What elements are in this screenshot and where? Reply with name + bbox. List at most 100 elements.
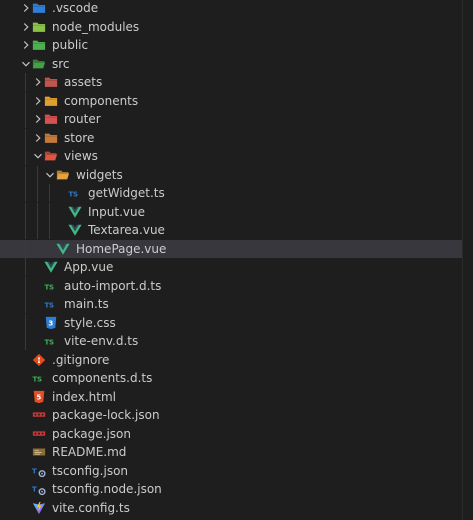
tree-folder-src[interactable]: src <box>0 55 473 73</box>
indent-guide <box>37 184 38 202</box>
folder-node-icon <box>32 20 46 34</box>
chevron-down-icon[interactable] <box>32 147 44 165</box>
css-icon: 3 <box>44 316 58 330</box>
svg-text:TS: TS <box>32 376 42 384</box>
tree-folder-components[interactable]: components <box>0 91 473 110</box>
tree-file-main-ts[interactable]: TS main.ts <box>0 295 473 313</box>
twistie-spacer <box>20 406 32 424</box>
indent-guide <box>25 147 26 165</box>
tree-file-package-lock-json[interactable]: package-lock.json <box>0 406 473 424</box>
chevron-right-icon[interactable] <box>20 36 32 54</box>
typescript-icon: TS <box>44 297 58 311</box>
indent-guide <box>37 221 38 239</box>
twistie-spacer <box>56 203 68 221</box>
explorer-scrollbar[interactable] <box>462 0 473 520</box>
tree-item-label: style.css <box>64 315 116 330</box>
tree-file-getwidget-ts[interactable]: TS getWidget.ts <box>0 184 473 202</box>
typescript-def-icon: TS <box>44 279 58 293</box>
chevron-right-icon[interactable] <box>32 73 44 91</box>
tree-folder-public[interactable]: public <box>0 36 473 54</box>
tsconfig-icon: T <box>32 464 46 478</box>
tree-file-tsconfig-json[interactable]: Ttsconfig.json <box>0 462 473 480</box>
tree-item-label: public <box>52 38 89 52</box>
tree-folder-node-modules[interactable]: node_modules <box>0 18 473 36</box>
tree-file-index-html[interactable]: 5 index.html <box>0 388 473 406</box>
folder-components-icon <box>44 94 58 108</box>
tree-folder-views[interactable]: views <box>0 147 473 165</box>
tree-item-label: package-lock.json <box>52 408 160 422</box>
tree-item-label: router <box>64 112 101 126</box>
tree-item-label: .gitignore <box>52 352 110 367</box>
tree-file-vite-env-d-ts[interactable]: TS vite-env.d.ts <box>0 332 473 350</box>
twistie-spacer <box>20 351 32 369</box>
twistie-spacer <box>20 425 32 443</box>
tree-item-label: views <box>64 149 98 163</box>
tree-folder-store[interactable]: store <box>0 128 473 147</box>
indent-guide <box>25 295 26 313</box>
indent-guide <box>37 239 38 258</box>
chevron-right-icon[interactable] <box>32 110 44 128</box>
tree-item-label: vite-env.d.ts <box>64 334 139 348</box>
indent-guide <box>49 221 50 239</box>
chevron-right-icon[interactable] <box>32 129 44 147</box>
tree-folder-router[interactable]: router <box>0 110 473 128</box>
tree-file-package-json[interactable]: package.json <box>0 425 473 443</box>
tree-item-label: tsconfig.json <box>52 463 129 478</box>
tree-item-label: Textarea.vue <box>88 223 165 237</box>
folder-widgets-icon <box>56 168 70 182</box>
tree-item-label: App.vue <box>64 260 114 274</box>
tree-item-label: auto-import.d.ts <box>64 278 162 293</box>
svg-text:TS: TS <box>68 191 78 199</box>
tree-item-label: index.html <box>52 389 116 404</box>
indent-guide <box>49 184 50 202</box>
tree-folder-assets[interactable]: assets <box>0 73 473 91</box>
tree-file-readme-md[interactable]: README.md <box>0 443 473 461</box>
chevron-down-icon[interactable] <box>20 55 32 73</box>
twistie-spacer <box>56 184 68 202</box>
folder-src-icon <box>32 57 46 71</box>
chevron-right-icon[interactable] <box>20 18 32 36</box>
chevron-down-icon[interactable] <box>44 166 56 184</box>
file-explorer-tree: .vscode node_modulespublic src assets compon… <box>0 0 473 520</box>
tree-file-auto-import-d-ts[interactable]: TS auto-import.d.ts <box>0 276 473 295</box>
tree-item-label: widgets <box>76 167 123 182</box>
tree-item-label: vite.config.ts <box>52 500 130 515</box>
chevron-right-icon[interactable] <box>32 92 44 110</box>
tree-item-label: Input.vue <box>88 204 145 219</box>
tree-item-label: assets <box>64 75 103 89</box>
typescript-icon: TS <box>68 186 82 200</box>
tree-file-style-css[interactable]: 3 style.css <box>0 313 473 332</box>
twistie-spacer <box>32 332 44 350</box>
vite-icon <box>32 501 46 515</box>
indent-guide <box>25 332 26 350</box>
twistie-spacer <box>44 240 56 258</box>
tree-file-input-vue[interactable]: Input.vue <box>0 202 473 221</box>
tree-file-components-d-ts[interactable]: TS components.d.ts <box>0 369 473 387</box>
chevron-right-icon[interactable] <box>20 0 32 17</box>
tree-folder-vscode[interactable]: .vscode <box>0 0 473 17</box>
tree-file-textarea-vue[interactable]: Textarea.vue <box>0 221 473 239</box>
tree-folder-widgets[interactable]: widgets <box>0 165 473 184</box>
folder-assets-icon <box>44 75 58 89</box>
tree-file-gitignore[interactable]: .gitignore <box>0 351 473 369</box>
tree-item-label: main.ts <box>64 297 109 311</box>
svg-text:T: T <box>32 467 37 475</box>
npm-icon <box>32 408 46 422</box>
indent-guide <box>25 202 26 221</box>
twistie-spacer <box>32 295 44 313</box>
tree-file-app-vue[interactable]: App.vue <box>0 258 473 276</box>
twistie-spacer <box>20 480 32 498</box>
twistie-spacer <box>32 277 44 295</box>
svg-text:TS: TS <box>44 302 54 310</box>
tree-file-tsconfig-node-json[interactable]: Ttsconfig.node.json <box>0 480 473 498</box>
folder-vscode-icon <box>32 1 46 15</box>
twistie-spacer <box>32 258 44 276</box>
indent-guide <box>25 91 26 110</box>
tree-item-label: node_modules <box>52 19 140 34</box>
indent-guide <box>37 202 38 221</box>
tree-file-homepage-vue[interactable]: HomePage.vue <box>0 239 473 258</box>
tree-file-vite-config-ts[interactable]: vite.config.ts <box>0 499 473 517</box>
indent-guide <box>25 110 26 128</box>
tree-item-label: README.md <box>52 445 127 459</box>
folder-store-icon <box>44 131 58 145</box>
